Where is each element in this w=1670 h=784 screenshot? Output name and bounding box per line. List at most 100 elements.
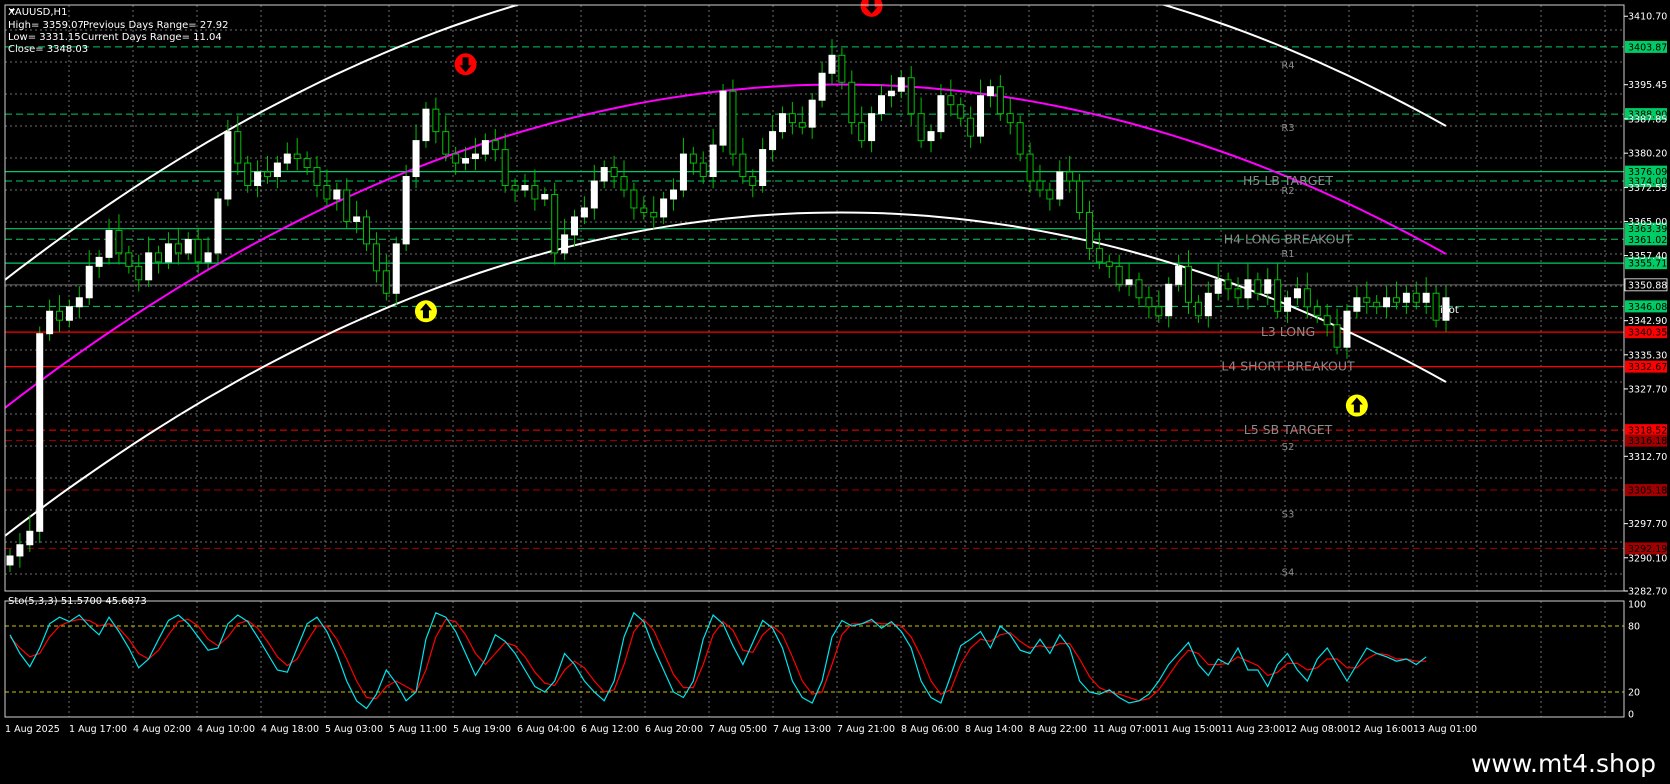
candle-body [917,113,925,142]
level-label: L5 SB TARGET [1244,422,1333,437]
candle-body [412,140,420,178]
candle-body [56,310,64,321]
time-tick-label: 4 Aug 02:00 [133,724,191,735]
candle-body [1234,288,1242,299]
price-chart-svg[interactable]: 3403.873388.903376.093374.003363.393361.… [0,0,1670,744]
candle-body [75,297,83,308]
candle-body [204,252,212,263]
candle-body [293,153,301,160]
candle-body [1412,292,1420,303]
price-tick-label: 3282.70 [1628,587,1667,598]
candle-body [937,95,945,133]
candle-body [858,122,866,142]
candle-body [679,153,687,191]
candle-body [273,162,281,178]
buy-signal-marker [414,300,437,323]
candle-body [1125,279,1133,285]
price-level-value: 3340.35 [1628,328,1667,339]
candle-body [630,189,638,209]
time-tick-label: 5 Aug 03:00 [325,724,383,735]
candle-body [174,243,182,254]
time-tick-label: 5 Aug 19:00 [453,724,511,735]
price-level-value: 3350.88 [1628,280,1667,291]
candle-body [422,108,430,142]
candle-body [1373,301,1381,308]
candle-body [561,234,569,254]
candle-body [699,162,707,178]
sell-signal-marker [860,0,883,17]
candle-body [818,72,826,101]
pivot-label: R3 [1281,123,1294,134]
time-tick-label: 11 Aug 23:00 [1221,724,1285,735]
candle-body [16,544,24,557]
pivot-label: R2 [1281,186,1294,197]
candle-body [1026,153,1034,182]
stoch-signal-line [9,618,1427,702]
candle-body [115,229,123,254]
candle-body [600,167,608,182]
candle-body [719,90,727,146]
time-tick-label: 4 Aug 10:00 [197,724,255,735]
candle-body [1363,297,1371,303]
candle-body [788,113,796,124]
candle-body [1402,292,1410,303]
candle-body [194,238,202,263]
time-tick-label: 12 Aug 16:00 [1349,724,1413,735]
candle-body [164,243,172,263]
candle-body [452,153,460,164]
candle-body [95,256,103,267]
price-tick-label: 3327.70 [1628,384,1667,395]
candle-body [1194,301,1202,317]
time-tick-label: 1 Aug 17:00 [69,724,127,735]
candle-body [1006,113,1014,124]
candle-body [848,81,856,124]
candle-body [1293,288,1301,299]
candle-body [402,176,410,245]
candle-body [36,333,44,532]
candle-body [541,193,549,200]
price-tick-label: 3395.45 [1628,80,1667,91]
price-level-value: 3332.67 [1628,362,1667,373]
candle-body [1284,297,1292,312]
candle-body [670,189,678,200]
candle-body [283,153,291,164]
stoch-tick-label: 20 [1628,688,1640,699]
time-tick-label: 11 Aug 07:00 [1093,724,1157,735]
candle-body [392,243,400,294]
candle-body [363,216,371,245]
candle-body [155,252,163,263]
candle-body [620,176,628,191]
info-high: High= 3359.07 [8,20,84,31]
time-tick-label: 6 Aug 04:00 [517,724,575,735]
candle-body [481,140,489,155]
candle-body [1185,265,1193,303]
candle-body [1224,279,1232,290]
candle-body [1155,306,1163,317]
time-tick-label: 8 Aug 06:00 [901,724,959,735]
price-level-value: 3316.18 [1628,436,1667,447]
chart-window[interactable]: 3403.87 3388.90 3376.09 3374.00 3363.39 3361.… [0,0,1670,784]
candle-body [135,265,143,281]
candle-body [947,95,955,106]
candle-body [1066,171,1074,182]
candle-body [1254,279,1262,294]
candle-body [868,113,876,142]
candle-body [709,144,717,178]
candle-body [26,530,34,546]
info-current-range: Current Days Range= 11.04 [81,32,222,43]
candle-body [244,162,252,187]
candle-body [1175,265,1183,285]
time-tick-label: 8 Aug 14:00 [965,724,1023,735]
candle-body [1056,171,1064,200]
stoch-label: Sto(5,3,3) 51.5700 45.6873 [8,596,147,607]
candle-body [769,131,777,151]
symbol-title: XAUUSD,H1 [8,7,67,18]
candle-body [689,153,697,164]
time-tick-label: 6 Aug 20:00 [645,724,703,735]
candle-body [610,167,618,178]
candle-body [778,113,786,133]
candle-body [254,171,262,187]
candle-body [1036,180,1044,191]
watermark: www.mt4.shop [1470,749,1656,778]
price-tick-label: 3365.00 [1628,217,1667,228]
